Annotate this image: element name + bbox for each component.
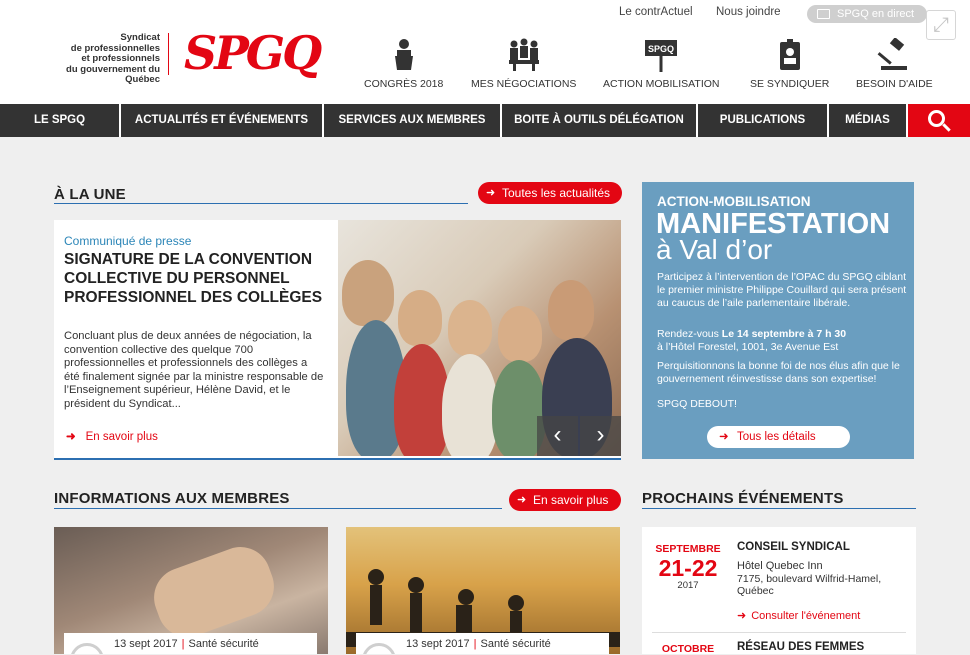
event-link[interactable]: ➜ Consulter l'événement (737, 609, 860, 622)
event-title[interactable]: RÉSEAU DES FEMMES (737, 641, 864, 653)
logo-line: Syndicat (120, 32, 160, 43)
promo-details-button[interactable]: ➜ Tous les détails (707, 426, 850, 448)
search-button[interactable] (908, 104, 970, 137)
promo-text-2: Perquisitionnons la bonne foi de nos élu… (657, 360, 900, 385)
arrow-right-icon: ➜ (517, 494, 527, 506)
quick-nav-congres[interactable]: CONGRÈS 2018 (364, 38, 443, 90)
nav-services[interactable]: SERVICES AUX MEMBRES (324, 104, 502, 137)
nav-publications[interactable]: PUBLICATIONS (698, 104, 829, 137)
read-more-link[interactable]: ➜ En savoir plus (66, 429, 158, 443)
event-divider (652, 632, 906, 633)
arrow-right-icon: ➜ (719, 431, 729, 443)
promo-kicker: ACTION-MOBILISATION (657, 194, 811, 209)
spgq-direct-label: SPGQ en direct (837, 8, 915, 20)
card-image (346, 569, 620, 647)
gavel-icon (877, 38, 908, 70)
events-list: SEPTEMBRE 21-22 2017 CONSEIL SYNDICAL Hô… (642, 527, 916, 655)
badge-person-icon (779, 39, 800, 70)
logo-divider (168, 33, 169, 75)
category-icon (70, 643, 104, 654)
article-headline[interactable]: SIGNATURE DE LA CONVENTION COLLECTIVE DU… (64, 250, 334, 307)
info-card[interactable]: 13 sept 2017 | Santé sécurité (346, 527, 620, 654)
nav-medias[interactable]: MÉDIAS (829, 104, 908, 137)
quick-nav-mobilisation[interactable]: SPGQ ACTION MOBILISATION (603, 38, 719, 90)
event-month: SEPTEMBRE (655, 543, 721, 555)
logo-line: et professionnels (81, 53, 160, 64)
card-caption: 13 sept 2017 | Santé sécurité (356, 633, 609, 654)
quick-nav-label: ACTION MOBILISATION (603, 78, 720, 90)
nav-le-spgq[interactable]: LE SPGQ (0, 104, 121, 137)
card-date: 13 sept 2017 (406, 638, 470, 650)
promo-rendezvous: Rendez-vous Le 14 septembre à 7 h 30 à l’… (657, 328, 847, 353)
promo-slogan: SPGQ DEBOUT! (657, 398, 737, 410)
featured-article: Communiqué de presse SIGNATURE DE LA CON… (54, 220, 621, 460)
sign-text: SPGQ (648, 44, 674, 54)
card-date: 13 sept 2017 (114, 638, 178, 650)
promo-text: Participez à l’intervention de l’OPAC du… (657, 271, 907, 309)
nav-actualites[interactable]: ACTUALITÉS ET ÉVÉNEMENTS (121, 104, 324, 137)
card-image (145, 538, 283, 646)
article-kicker: Communiqué de presse (64, 234, 192, 248)
event-year: 2017 (677, 580, 699, 591)
promo-subtitle: à Val d’or (656, 234, 773, 265)
link-contractuel[interactable]: Le contrActuel (619, 6, 693, 18)
promo-details-label: Tous les détails (737, 431, 816, 443)
infos-more-label: En savoir plus (533, 493, 609, 507)
promo-banner[interactable]: ACTION-MOBILISATION MANIFESTATION à Val … (642, 182, 914, 459)
event-month: OCTOBRE (661, 643, 715, 655)
arrow-right-icon: ➜ (66, 431, 76, 443)
quick-nav-label: BESOIN D'AIDE (856, 78, 933, 90)
section-underline (54, 203, 468, 204)
card-category: Santé sécurité (480, 638, 551, 650)
section-underline (54, 508, 502, 509)
section-title-events: PROCHAINS ÉVÉNEMENTS (642, 490, 844, 507)
infos-more-button[interactable]: ➜ En savoir plus (509, 489, 621, 511)
logo-text[interactable]: Syndicat de professionnelles et professi… (30, 32, 160, 86)
quick-nav-negociations[interactable]: MES NÉGOCIATIONS (471, 38, 576, 90)
event-title[interactable]: CONSEIL SYNDICAL (737, 541, 850, 553)
fullscreen-icon[interactable]: ⤢ (926, 10, 956, 40)
card-caption: 13 sept 2017 | Santé sécurité (64, 633, 317, 654)
quick-nav-label: SE SYNDIQUER (750, 78, 830, 90)
podium-speaker-icon (394, 39, 413, 70)
section-underline (642, 508, 916, 509)
category-icon (362, 643, 396, 654)
meeting-table-icon (508, 38, 539, 71)
login-icon (817, 9, 830, 19)
quick-nav-syndiquer[interactable]: SE SYNDIQUER (750, 38, 829, 90)
quick-nav-label: CONGRÈS 2018 (364, 78, 444, 90)
quick-nav-aide[interactable]: BESOIN D'AIDE (856, 38, 933, 90)
info-card[interactable]: 13 sept 2017 | Santé sécurité (54, 527, 328, 654)
arrow-right-icon: ➜ (737, 610, 747, 622)
slider-arrows: ‹ › (537, 416, 621, 456)
protest-sign-icon: SPGQ (645, 40, 678, 72)
event-location: Hôtel Quebec Inn 7175, boulevard Wilfrid… (737, 560, 882, 597)
slider-next-button[interactable]: › (580, 416, 621, 456)
all-news-button[interactable]: ➜ Toutes les actualités (478, 182, 622, 204)
spgq-logo[interactable]: SPGQ (184, 26, 322, 80)
link-nous-joindre[interactable]: Nous joindre (716, 6, 781, 18)
spgq-direct-button[interactable]: SPGQ en direct (807, 5, 927, 23)
nav-boite-outils[interactable]: BOITE À OUTILS DÉLÉGATION (502, 104, 698, 137)
event-days: 21-22 (658, 555, 718, 581)
all-news-label: Toutes les actualités (502, 186, 611, 200)
featured-photo: ‹ › (338, 220, 621, 456)
read-more-label: En savoir plus (85, 431, 158, 443)
article-summary: Concluant plus de deux années de négocia… (64, 330, 324, 410)
section-title-infos: INFORMATIONS AUX MEMBRES (54, 490, 290, 507)
site-header: Le contrActuel Nous joindre SPGQ en dire… (0, 0, 970, 104)
section-title-a-la-une: À LA UNE (54, 186, 126, 203)
slider-prev-button[interactable]: ‹ (537, 416, 578, 456)
logo-line: du gouvernement du Québec (66, 63, 160, 85)
main-nav: LE SPGQ ACTUALITÉS ET ÉVÉNEMENTS SERVICE… (0, 104, 970, 137)
arrow-right-icon: ➜ (486, 187, 496, 199)
quick-nav-label: MES NÉGOCIATIONS (471, 78, 577, 90)
card-category: Santé sécurité (188, 638, 259, 650)
